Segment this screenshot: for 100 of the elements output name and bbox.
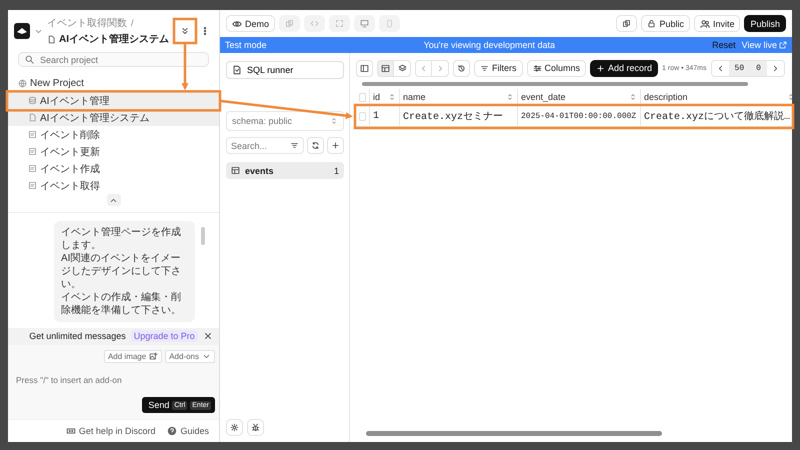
column-header[interactable]: id bbox=[370, 89, 400, 105]
annotation-arrow bbox=[182, 43, 188, 90]
select-all-checkbox[interactable] bbox=[359, 92, 366, 102]
debug-button[interactable] bbox=[247, 419, 264, 436]
scrollbar[interactable] bbox=[366, 431, 662, 436]
code-icon bbox=[310, 19, 320, 28]
table-cell: Create.xyzセミナー bbox=[400, 106, 518, 126]
add-image-button[interactable]: Add image bbox=[104, 350, 162, 363]
publish-button[interactable]: Publish bbox=[744, 15, 786, 32]
test-mode-label[interactable]: Test mode bbox=[225, 40, 267, 50]
search-field[interactable]: Search project bbox=[18, 52, 209, 68]
breadcrumb-link[interactable]: イベント取得関数 bbox=[47, 16, 127, 30]
tree-item[interactable]: イベント削除 bbox=[8, 126, 219, 144]
filters-button[interactable]: Filters bbox=[474, 60, 522, 76]
tree-item[interactable]: イベント作成 bbox=[8, 160, 219, 178]
view-live-link[interactable]: View live bbox=[742, 40, 787, 50]
tree-item[interactable]: AIイベント管理 bbox=[8, 92, 219, 110]
duplicate-button[interactable] bbox=[616, 15, 638, 32]
eye-icon bbox=[232, 18, 242, 28]
guides-link[interactable]: Guides bbox=[167, 426, 209, 436]
history-icon bbox=[457, 64, 466, 72]
discord-help-link[interactable]: Get help in Discord bbox=[66, 426, 156, 436]
column-header[interactable]: name bbox=[400, 89, 518, 105]
people-icon bbox=[700, 18, 710, 28]
layers-icon bbox=[398, 64, 406, 72]
sql-runner-button[interactable]: SQL runner bbox=[226, 61, 344, 79]
filter-icon bbox=[290, 141, 299, 150]
desktop-view-button[interactable] bbox=[354, 15, 376, 32]
breadcrumb-current[interactable]: AIイベント管理システム bbox=[47, 32, 169, 46]
breadcrumb-separator: / bbox=[131, 18, 134, 28]
table-search-field[interactable]: Search... bbox=[226, 137, 304, 154]
app-logo[interactable] bbox=[14, 23, 30, 39]
invite-button[interactable]: Invite bbox=[694, 15, 740, 32]
table-cell: 1 bbox=[370, 106, 400, 126]
search-icon bbox=[25, 55, 34, 64]
add-table-button[interactable] bbox=[327, 137, 344, 154]
close-button[interactable] bbox=[203, 330, 213, 341]
chat-icon bbox=[66, 426, 76, 436]
column-header[interactable]: event_date bbox=[518, 89, 641, 105]
filter-icon bbox=[480, 64, 489, 72]
table-icon bbox=[381, 64, 390, 72]
public-button[interactable]: Public bbox=[641, 15, 690, 32]
message-input[interactable]: Press "/" to insert an add-on bbox=[14, 369, 215, 391]
tree-item[interactable]: イベント取得 bbox=[8, 177, 219, 194]
chat-message: AI関連のイベントをイメージしたデザインにして下さい。 bbox=[61, 252, 182, 291]
columns-button[interactable]: Columns bbox=[526, 60, 586, 76]
refresh-button[interactable] bbox=[307, 137, 324, 154]
schema-view-button[interactable] bbox=[394, 60, 411, 76]
sort-icon bbox=[629, 93, 637, 101]
scroll-up-button[interactable] bbox=[106, 194, 120, 206]
scrollbar[interactable] bbox=[362, 82, 748, 86]
copy-icon bbox=[622, 19, 632, 28]
sidebar-icon bbox=[360, 64, 369, 72]
add-record-button[interactable]: Add record bbox=[590, 60, 658, 76]
chat-message: イベント管理ページを作成します。 bbox=[61, 226, 182, 252]
demo-button[interactable]: Demo bbox=[226, 15, 276, 32]
sort-icon bbox=[506, 93, 514, 101]
add-ons-dropdown[interactable]: Add-ons bbox=[165, 350, 215, 363]
table-view-button[interactable] bbox=[377, 60, 394, 76]
plus-icon bbox=[331, 141, 340, 150]
external-link-icon bbox=[779, 41, 787, 49]
copy-icon bbox=[285, 19, 294, 28]
column-header[interactable]: description bbox=[641, 89, 792, 105]
image-icon bbox=[149, 352, 158, 361]
tree-item[interactable]: イベント更新 bbox=[8, 143, 219, 160]
search-input[interactable]: Search project bbox=[40, 54, 202, 65]
sort-icon bbox=[388, 93, 396, 101]
phone-icon bbox=[385, 19, 394, 28]
scrollbar[interactable] bbox=[201, 226, 205, 245]
row-count: 1 bbox=[334, 166, 339, 176]
table-cell: 2025-04-01T00:00:00.000Z bbox=[518, 106, 641, 126]
function-icon bbox=[28, 130, 37, 140]
banner-message: You're viewing development data bbox=[422, 40, 556, 50]
function-icon bbox=[28, 164, 37, 174]
tree-item[interactable]: New Project bbox=[8, 75, 219, 92]
expand-icon bbox=[335, 19, 344, 28]
bug-icon bbox=[251, 423, 260, 432]
project-icon bbox=[18, 79, 27, 88]
help-icon bbox=[167, 426, 178, 436]
schema-select[interactable]: schema: public bbox=[226, 111, 344, 131]
lock-icon bbox=[647, 19, 656, 28]
reset-link[interactable]: Reset bbox=[712, 40, 736, 50]
table-cell: Create.xyzについて徹底解説… bbox=[641, 106, 792, 126]
highlight-box bbox=[172, 18, 198, 44]
double-chevron-icon bbox=[180, 26, 190, 36]
page-icon bbox=[28, 113, 37, 122]
table-search-input[interactable]: Search... bbox=[231, 140, 288, 150]
document-icon bbox=[232, 65, 242, 75]
history-button[interactable] bbox=[453, 60, 470, 76]
page-icon bbox=[47, 34, 56, 44]
settings-button[interactable] bbox=[226, 419, 243, 436]
sidebar-toggle-button[interactable] bbox=[356, 60, 373, 76]
close-icon bbox=[203, 330, 213, 341]
monitor-icon bbox=[360, 19, 370, 28]
refresh-icon bbox=[311, 141, 320, 150]
row-checkbox[interactable] bbox=[359, 112, 366, 120]
table-list-item[interactable]: events 1 bbox=[226, 162, 344, 179]
database-icon bbox=[28, 96, 37, 106]
upgrade-link[interactable]: Upgrade to Pro bbox=[130, 330, 198, 342]
chevron-left-icon bbox=[419, 64, 428, 72]
